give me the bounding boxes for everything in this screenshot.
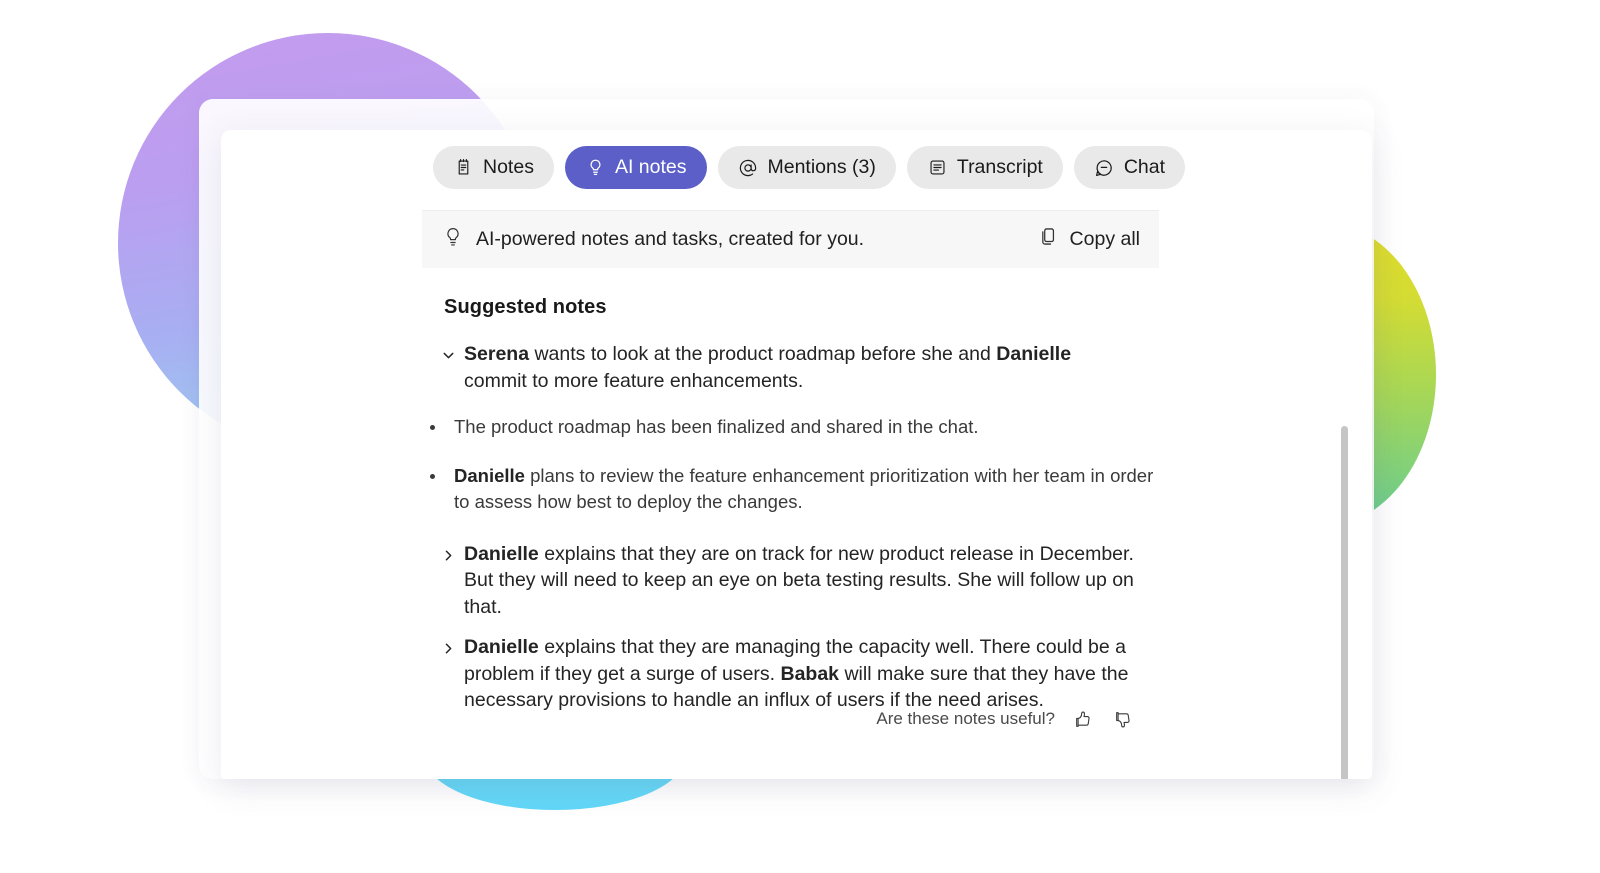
tab-label: Notes <box>483 155 534 178</box>
thumbs-up-icon[interactable] <box>1069 706 1095 732</box>
note-item: Serena wants to look at the product road… <box>422 341 1159 394</box>
tab-label: Chat <box>1123 155 1166 178</box>
lightbulb-icon <box>585 157 606 178</box>
thumbs-down-icon[interactable] <box>1109 706 1135 732</box>
feedback-label: Are these notes useful? <box>876 709 1055 728</box>
sub-note-speaker: Danielle <box>454 464 525 486</box>
meeting-notes-panel: Notes AI notes Mentions (3) Transcript C… <box>221 130 1372 779</box>
suggested-notes-body: Suggested notes Serena wants to look at … <box>422 268 1159 779</box>
copy-all-label: Copy all <box>1069 228 1140 250</box>
tab-chat[interactable]: Chat <box>1073 146 1186 189</box>
scrollbar-track[interactable] <box>1341 278 1360 779</box>
chevron-right-icon[interactable] <box>432 634 464 656</box>
note-speaker: Babak <box>780 662 840 685</box>
tab-label: Transcript <box>956 155 1043 178</box>
notepad-icon <box>453 157 474 178</box>
note-speaker: Serena <box>464 343 530 365</box>
tab-mentions[interactable]: Mentions (3) <box>717 146 896 189</box>
note-text: Serena wants to look at the product road… <box>464 341 1159 394</box>
note-speaker: Danielle <box>996 343 1072 365</box>
note-body: wants to look at the product roadmap bef… <box>529 343 997 365</box>
tab-transcript[interactable]: Transcript <box>906 146 1063 189</box>
sub-note-text: plans to review the feature enhancement … <box>454 464 1154 512</box>
at-icon <box>738 157 759 178</box>
chat-icon <box>1094 157 1115 178</box>
note-speaker: Danielle <box>464 636 539 659</box>
ai-notes-subheader: AI-powered notes and tasks, created for … <box>422 210 1159 268</box>
note-text: Danielle explains that they are managing… <box>464 634 1159 714</box>
copy-all-button[interactable]: Copy all <box>1038 226 1140 253</box>
note-speaker: Danielle <box>464 542 539 565</box>
note-item: Danielle explains that they are on track… <box>422 541 1159 621</box>
note-body: commit to more feature enhancements. <box>464 369 804 392</box>
list-item: Danielle plans to review the feature enh… <box>422 463 1159 515</box>
chevron-down-icon[interactable] <box>432 341 464 363</box>
tab-notes[interactable]: Notes <box>433 146 554 189</box>
sub-note-text: The product roadmap has been finalized a… <box>454 416 979 438</box>
note-item: Danielle explains that they are managing… <box>422 634 1159 714</box>
copy-icon <box>1038 226 1059 253</box>
app-stage: Notes AI notes Mentions (3) Transcript C… <box>0 0 1600 873</box>
note-text: Danielle explains that they are on track… <box>464 541 1159 621</box>
feedback-row: Are these notes useful? <box>422 706 1159 732</box>
page-title: Suggested notes <box>444 296 607 318</box>
tab-ai-notes[interactable]: AI notes <box>564 146 707 189</box>
scrollbar-thumb[interactable] <box>1341 426 1348 779</box>
note-body: explains that they are on track for new … <box>464 542 1134 618</box>
list-item: The product roadmap has been finalized a… <box>422 414 1159 440</box>
tab-label: AI notes <box>614 155 687 178</box>
subheader-message: AI-powered notes and tasks, created for … <box>442 226 864 254</box>
note-sub-list: The product roadmap has been finalized a… <box>422 414 1159 515</box>
chevron-right-icon[interactable] <box>432 541 464 563</box>
tab-bar: Notes AI notes Mentions (3) Transcript C… <box>433 146 1186 189</box>
tab-label: Mentions (3) <box>767 155 876 178</box>
document-icon <box>927 157 948 178</box>
subheader-text: AI-powered notes and tasks, created for … <box>476 228 865 250</box>
lightbulb-icon <box>442 226 464 254</box>
